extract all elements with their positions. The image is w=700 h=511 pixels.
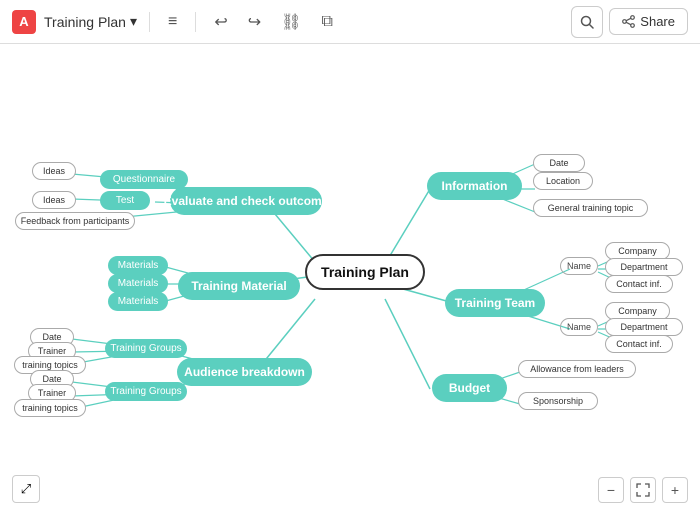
- test-node[interactable]: Test: [100, 191, 150, 210]
- clone-button[interactable]: ⧉: [315, 9, 338, 35]
- contact1-node[interactable]: Contact inf.: [605, 275, 673, 293]
- search-button[interactable]: [571, 6, 603, 38]
- contact2-node[interactable]: Contact inf.: [605, 335, 673, 353]
- menu-button[interactable]: ≡: [162, 9, 183, 35]
- zoom-controls: − +: [598, 477, 688, 503]
- questionnaire-node[interactable]: Questionnaire: [100, 170, 188, 189]
- ideas1-node[interactable]: Ideas: [32, 162, 76, 180]
- share-icon: [622, 15, 635, 28]
- allowance-node[interactable]: Allowance from leaders: [518, 360, 636, 378]
- app-logo: A: [12, 10, 36, 34]
- materials3-node[interactable]: Materials: [108, 292, 168, 311]
- training-groups1-node[interactable]: Training Groups: [105, 339, 187, 358]
- evaluate-node[interactable]: Evaluate and check outcome: [170, 187, 322, 215]
- budget-node[interactable]: Budget: [432, 374, 507, 402]
- center-node[interactable]: Training Plan: [305, 254, 425, 290]
- canvas: Training Plan Information Date Location …: [0, 44, 700, 511]
- ideas2-node[interactable]: Ideas: [32, 191, 76, 209]
- training-topics2-node[interactable]: training topics: [14, 399, 86, 417]
- zoom-in-button[interactable]: +: [662, 477, 688, 503]
- name2-node[interactable]: Name: [560, 318, 598, 336]
- expand-button[interactable]: ⤢: [12, 475, 40, 503]
- feedback-node[interactable]: Feedback from participants: [15, 212, 135, 230]
- divider: [149, 12, 150, 32]
- link-button[interactable]: ⛓: [275, 8, 307, 36]
- undo-button[interactable]: ↩: [208, 8, 233, 36]
- date1-node[interactable]: Date: [533, 154, 585, 172]
- name1-node[interactable]: Name: [560, 257, 598, 275]
- header: A Training Plan ▾ ≡ ↩ ↪ ⛓ ⧉ Share: [0, 0, 700, 44]
- training-groups2-node[interactable]: Training Groups: [105, 382, 187, 401]
- general-training-node[interactable]: General training topic: [533, 199, 648, 217]
- information-node[interactable]: Information: [427, 172, 522, 200]
- materials2-node[interactable]: Materials: [108, 274, 168, 293]
- sponsorship-node[interactable]: Sponsorship: [518, 392, 598, 410]
- training-material-node[interactable]: Training Material: [178, 272, 300, 300]
- search-icon: [580, 15, 594, 29]
- document-title: Training Plan ▾: [44, 13, 137, 30]
- department2-node[interactable]: Department: [605, 318, 683, 336]
- zoom-out-button[interactable]: −: [598, 477, 624, 503]
- title-dropdown-icon[interactable]: ▾: [130, 13, 137, 30]
- materials1-node[interactable]: Materials: [108, 256, 168, 275]
- audience-node[interactable]: Audience breakdown: [177, 358, 312, 386]
- location-node[interactable]: Location: [533, 172, 593, 190]
- header-right: Share: [571, 6, 688, 38]
- zoom-fit-button[interactable]: [630, 477, 656, 503]
- divider2: [195, 12, 196, 32]
- department1-node[interactable]: Department: [605, 258, 683, 276]
- share-button[interactable]: Share: [609, 8, 688, 35]
- fit-icon: [636, 483, 650, 497]
- redo-button[interactable]: ↪: [242, 8, 267, 36]
- training-team-node[interactable]: Training Team: [445, 289, 545, 317]
